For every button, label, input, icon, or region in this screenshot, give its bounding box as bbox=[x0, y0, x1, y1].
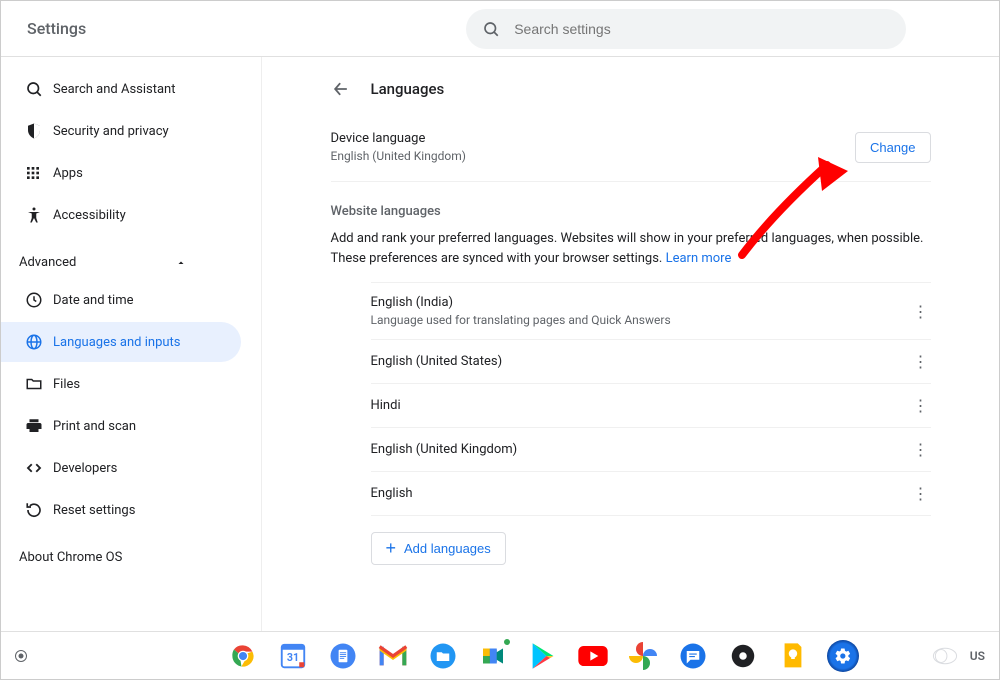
shelf-app-files[interactable] bbox=[427, 640, 459, 672]
clock-icon bbox=[25, 291, 53, 309]
chevron-up-icon bbox=[175, 257, 187, 269]
more-icon[interactable]: ⋮ bbox=[911, 352, 931, 371]
language-name: Hindi bbox=[371, 398, 401, 413]
sidebar-item-reset-settings[interactable]: Reset settings bbox=[1, 490, 241, 530]
device-language-value: English (United Kingdom) bbox=[331, 149, 466, 163]
language-row[interactable]: English (India) Language used for transl… bbox=[371, 282, 931, 340]
device-language-label: Device language bbox=[331, 131, 466, 146]
shelf-ime-indicator[interactable]: US bbox=[970, 649, 985, 663]
sidebar-item-languages-inputs[interactable]: Languages and inputs bbox=[1, 322, 241, 362]
shelf-app-messages[interactable] bbox=[677, 640, 709, 672]
language-name: English bbox=[371, 486, 413, 501]
shelf-app-circle[interactable] bbox=[727, 640, 759, 672]
shelf-app-docs[interactable] bbox=[327, 640, 359, 672]
sidebar-item-label: Date and time bbox=[53, 293, 134, 308]
launcher-button[interactable] bbox=[15, 650, 27, 662]
shelf-app-gmail[interactable] bbox=[377, 640, 409, 672]
shelf-app-settings[interactable] bbox=[827, 640, 859, 672]
search-icon bbox=[25, 80, 53, 98]
more-icon[interactable]: ⋮ bbox=[911, 440, 931, 459]
shelf-app-calendar[interactable]: 31 bbox=[277, 640, 309, 672]
accessibility-icon bbox=[25, 206, 53, 224]
sidebar-item-label: Languages and inputs bbox=[53, 335, 181, 350]
shelf-app-photos[interactable] bbox=[627, 640, 659, 672]
page-title: Languages bbox=[371, 80, 445, 98]
more-icon[interactable]: ⋮ bbox=[911, 484, 931, 503]
shelf-app-keep[interactable] bbox=[777, 640, 809, 672]
language-name: English (United Kingdom) bbox=[371, 442, 518, 457]
language-row[interactable]: English (United States) ⋮ bbox=[371, 340, 931, 384]
svg-text:31: 31 bbox=[287, 651, 299, 664]
back-button[interactable] bbox=[331, 79, 355, 99]
search-bar[interactable] bbox=[466, 9, 906, 49]
learn-more-link[interactable]: Learn more bbox=[666, 251, 732, 266]
sidebar-item-label: Apps bbox=[53, 166, 83, 181]
sidebar-item-label: Files bbox=[53, 377, 80, 392]
sidebar-advanced-label: Advanced bbox=[19, 255, 76, 270]
sidebar-item-label: Developers bbox=[53, 461, 117, 476]
website-languages-desc: Add and rank your preferred languages. W… bbox=[331, 229, 931, 268]
globe-icon bbox=[25, 333, 53, 351]
sidebar-item-security[interactable]: Security and privacy bbox=[1, 111, 241, 151]
sidebar-item-date-time[interactable]: Date and time bbox=[1, 280, 241, 320]
plus-icon: + bbox=[386, 542, 397, 555]
language-row[interactable]: Hindi ⋮ bbox=[371, 384, 931, 428]
sidebar: Search and Assistant Security and privac… bbox=[1, 57, 261, 631]
shelf-app-chrome[interactable] bbox=[227, 640, 259, 672]
sidebar-item-apps[interactable]: Apps bbox=[1, 153, 241, 193]
language-row[interactable]: English ⋮ bbox=[371, 472, 931, 516]
shelf-app-youtube[interactable] bbox=[577, 640, 609, 672]
shelf: 31 US bbox=[1, 631, 999, 679]
sidebar-advanced-toggle[interactable]: Advanced bbox=[1, 237, 211, 278]
sidebar-item-files[interactable]: Files bbox=[1, 364, 241, 404]
sidebar-item-about[interactable]: About Chrome OS bbox=[1, 532, 261, 579]
folder-icon bbox=[25, 375, 53, 393]
website-languages-heading: Website languages bbox=[331, 204, 931, 219]
sidebar-item-label: Reset settings bbox=[53, 503, 135, 518]
sidebar-item-accessibility[interactable]: Accessibility bbox=[1, 195, 241, 235]
code-icon bbox=[25, 459, 53, 477]
languages-list: English (India) Language used for transl… bbox=[371, 282, 931, 516]
add-languages-button[interactable]: + Add languages bbox=[371, 532, 506, 565]
language-row[interactable]: English (United Kingdom) ⋮ bbox=[371, 428, 931, 472]
printer-icon bbox=[25, 417, 53, 435]
sidebar-item-developers[interactable]: Developers bbox=[1, 448, 241, 488]
search-icon bbox=[482, 20, 500, 38]
more-icon[interactable]: ⋮ bbox=[911, 302, 931, 321]
sidebar-item-label: Search and Assistant bbox=[53, 82, 176, 97]
sidebar-item-search-assistant[interactable]: Search and Assistant bbox=[1, 69, 241, 109]
reset-icon bbox=[25, 501, 53, 519]
shelf-app-play[interactable] bbox=[527, 640, 559, 672]
change-button[interactable]: Change bbox=[855, 132, 931, 163]
more-icon[interactable]: ⋮ bbox=[911, 396, 931, 415]
language-name: English (United States) bbox=[371, 354, 503, 369]
shield-icon bbox=[25, 122, 53, 140]
shelf-app-meet[interactable] bbox=[477, 640, 509, 672]
sidebar-item-print-scan[interactable]: Print and scan bbox=[1, 406, 241, 446]
settings-title: Settings bbox=[27, 19, 86, 38]
sidebar-item-label: Accessibility bbox=[53, 208, 126, 223]
apps-icon bbox=[25, 165, 53, 181]
shelf-status-icon[interactable] bbox=[932, 647, 958, 665]
search-input[interactable] bbox=[514, 21, 890, 37]
language-note: Language used for translating pages and … bbox=[371, 313, 671, 327]
sidebar-item-label: Security and privacy bbox=[53, 124, 169, 139]
sidebar-item-label: Print and scan bbox=[53, 419, 136, 434]
language-name: English (India) bbox=[371, 295, 671, 310]
